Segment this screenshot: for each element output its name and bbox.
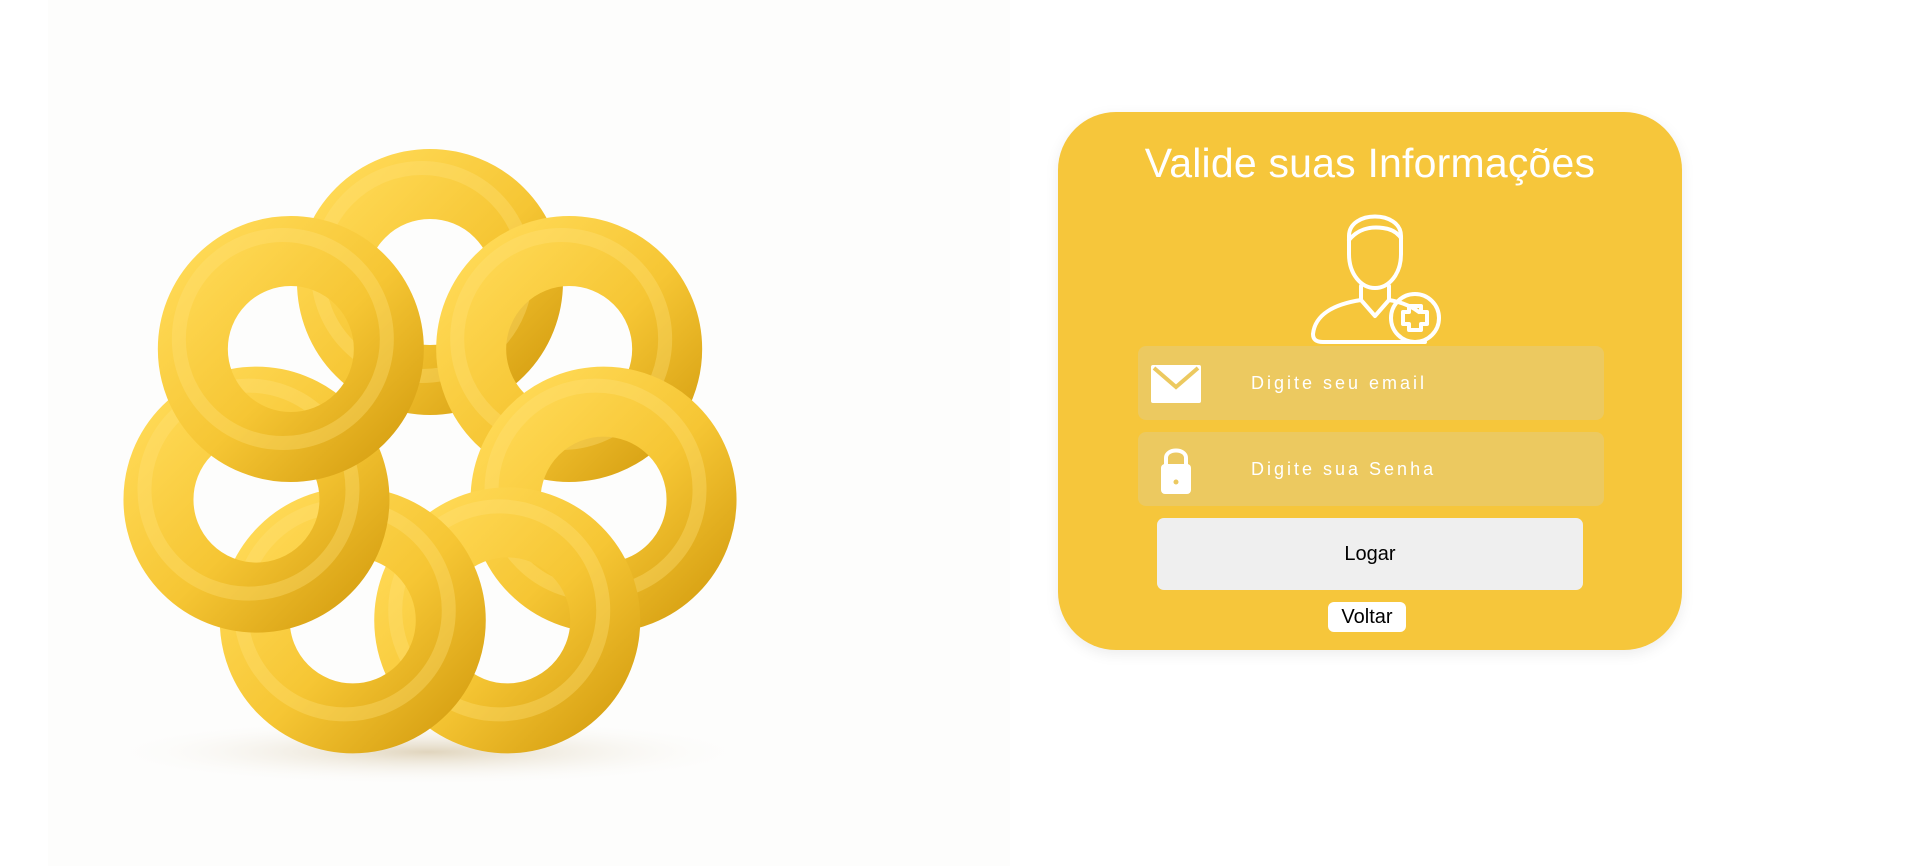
hero-illustration	[48, 0, 1010, 866]
back-button[interactable]: Voltar	[1328, 602, 1406, 632]
login-card: Valide suas Informações Digite seu email…	[1058, 112, 1682, 650]
user-medical-plus-icon	[1305, 196, 1445, 344]
password-placeholder: Digite sua Senha	[1251, 459, 1437, 479]
lock-icon	[1148, 442, 1204, 496]
password-field[interactable]: Digite sua Senha	[1138, 432, 1604, 506]
email-field[interactable]: Digite seu email	[1138, 346, 1604, 420]
login-button[interactable]: Logar	[1157, 518, 1583, 590]
torus-flower-shape	[123, 149, 737, 754]
card-title: Valide suas Informações	[1144, 140, 1596, 186]
email-placeholder: Digite seu email	[1251, 373, 1428, 393]
envelope-icon	[1148, 356, 1204, 410]
login-page: Valide suas Informações Digite seu email…	[0, 0, 1918, 866]
